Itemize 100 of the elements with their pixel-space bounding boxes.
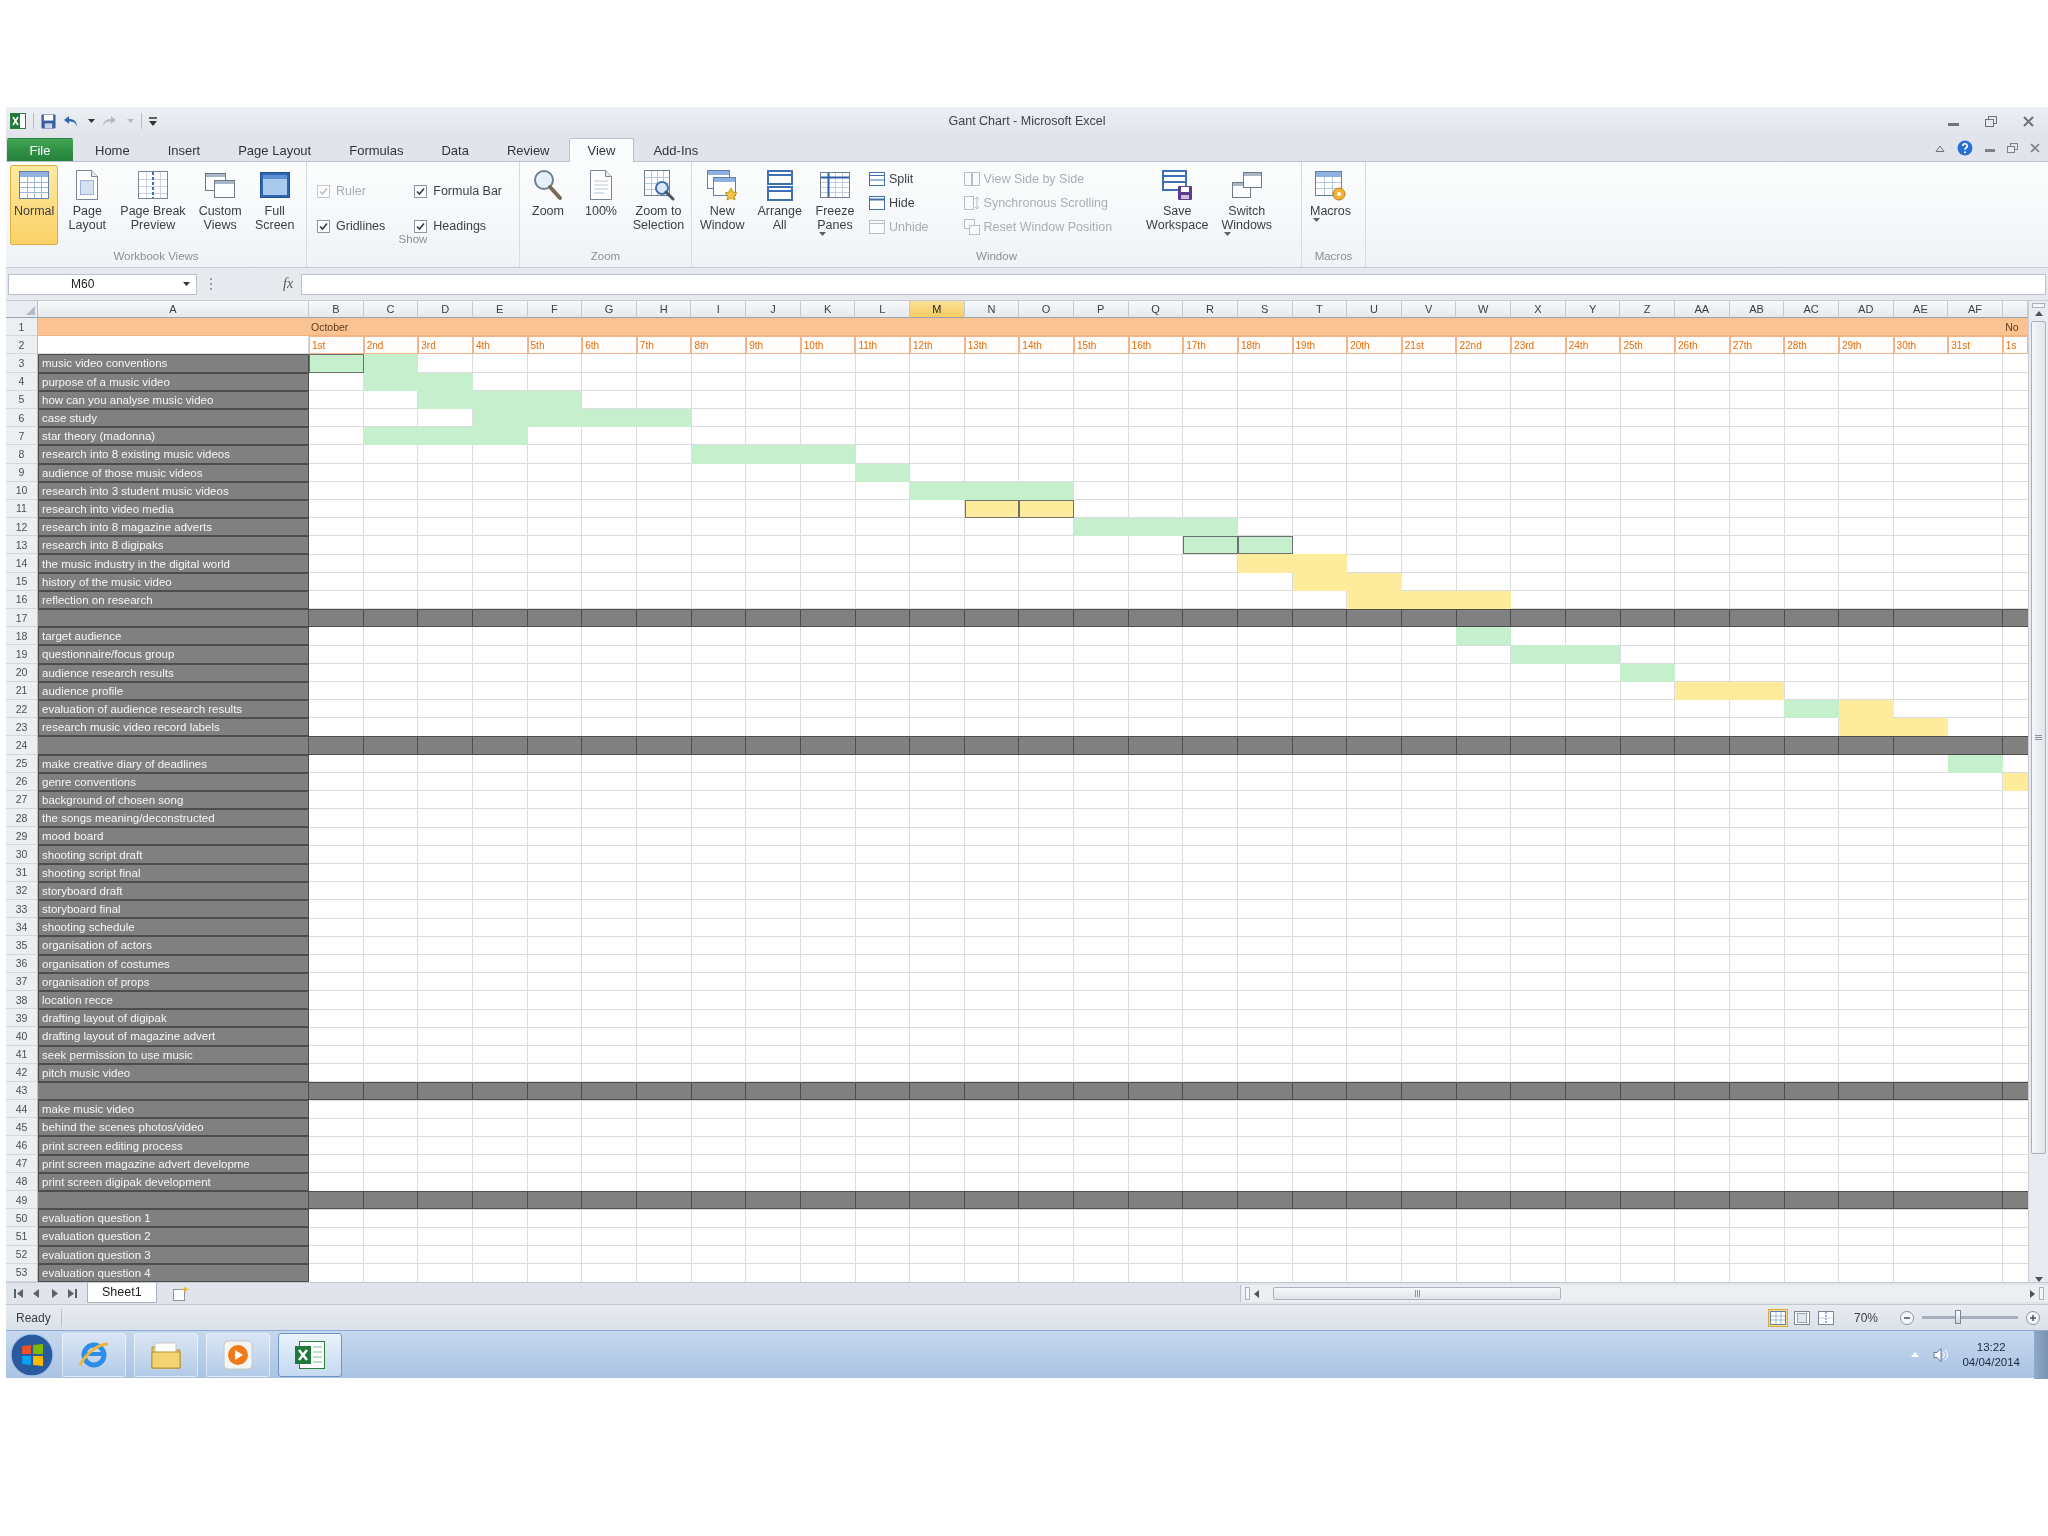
column-header[interactable]: A	[38, 301, 309, 318]
spreadsheet-icon[interactable]	[10, 113, 26, 129]
column-header[interactable]: O	[1019, 301, 1074, 318]
scroll-thumb[interactable]	[2031, 321, 2046, 1154]
undo-icon[interactable]	[63, 114, 78, 128]
column-header[interactable]: AF	[1948, 301, 2003, 318]
column-header[interactable]: S	[1237, 301, 1293, 318]
ribbon-button[interactable]: Freeze Panes	[810, 165, 859, 245]
last-sheet-icon[interactable]	[68, 1289, 77, 1298]
row-header[interactable]: 8	[6, 445, 38, 464]
slider-thumb[interactable]	[1954, 1310, 1961, 1324]
row-header[interactable]: 2	[6, 336, 38, 355]
split-handle-icon[interactable]	[2032, 303, 2045, 308]
vertical-scrollbar[interactable]	[2028, 301, 2048, 1282]
previous-sheet-icon[interactable]	[32, 1289, 41, 1298]
column-header[interactable]: R	[1183, 301, 1238, 318]
caret-icon[interactable]	[818, 232, 826, 236]
row-header[interactable]: 1	[6, 318, 38, 337]
ribbon-tab[interactable]: View	[568, 138, 635, 162]
checkbox[interactable]	[414, 219, 428, 233]
name-box[interactable]: M60	[8, 273, 197, 295]
row-header[interactable]: 33	[6, 900, 38, 919]
column-header[interactable]: U	[1347, 301, 1402, 318]
customize-icon[interactable]	[149, 116, 157, 126]
ribbon-button[interactable]: Page Break Preview	[116, 165, 190, 245]
caret-icon[interactable]	[1224, 232, 1232, 236]
row-header[interactable]: 23	[6, 718, 38, 737]
row-header[interactable]: 29	[6, 827, 38, 846]
view-button[interactable]	[1791, 1308, 1812, 1327]
column-header[interactable]: V	[1401, 301, 1457, 318]
column-header[interactable]: P	[1073, 301, 1129, 318]
row-header[interactable]: 24	[6, 736, 38, 755]
clock-date[interactable]: 04/04/2014	[1962, 1356, 2020, 1368]
row-header[interactable]: 44	[6, 1100, 38, 1119]
caret-icon[interactable]	[1313, 218, 1320, 222]
scroll-right-icon[interactable]	[2030, 1289, 2035, 1298]
row-header[interactable]: 45	[6, 1118, 38, 1137]
row-header[interactable]: 49	[6, 1191, 38, 1210]
scroll-up-icon[interactable]	[2034, 311, 2043, 316]
column-header[interactable]: AB	[1729, 301, 1785, 318]
column-header[interactable]: L	[855, 301, 911, 318]
first-sheet-icon[interactable]	[14, 1289, 23, 1298]
row-header[interactable]: 35	[6, 936, 38, 955]
row-header[interactable]: 40	[6, 1027, 38, 1046]
horizontal-scrollbar[interactable]	[1240, 1285, 2048, 1302]
column-header[interactable]	[2002, 301, 2028, 318]
row-header[interactable]: 30	[6, 845, 38, 864]
column-header[interactable]: G	[582, 301, 637, 318]
ribbon-tab[interactable]: Page Layout	[219, 138, 331, 161]
row-header[interactable]: 12	[6, 518, 38, 537]
split-handle-icon[interactable]	[2039, 1287, 2044, 1300]
row-header[interactable]: 7	[6, 427, 38, 446]
split-handle-icon[interactable]	[1245, 1287, 1250, 1300]
row-header[interactable]: 39	[6, 1009, 38, 1028]
close-icon[interactable]	[2023, 115, 2034, 127]
ribbon-tab[interactable]: Data	[422, 138, 488, 161]
column-header[interactable]: I	[691, 301, 747, 318]
restore-icon[interactable]	[1985, 115, 1997, 127]
scroll-left-icon[interactable]	[1254, 1289, 1259, 1298]
row-header[interactable]: 28	[6, 809, 38, 828]
ribbon-button[interactable]: New Window	[696, 165, 749, 245]
checkbox[interactable]	[414, 184, 428, 198]
column-header[interactable]: H	[636, 301, 692, 318]
column-header[interactable]: J	[746, 301, 801, 318]
caret-icon[interactable]	[88, 119, 95, 123]
ribbon-button[interactable]: Split	[865, 168, 932, 189]
view-button[interactable]	[1815, 1308, 1836, 1327]
ribbon-button[interactable]: Switch Windows	[1217, 165, 1277, 245]
column-header[interactable]: K	[800, 301, 856, 318]
column-header[interactable]: Z	[1620, 301, 1675, 318]
ribbon-button[interactable]: Arrange All	[753, 165, 806, 245]
row-header[interactable]: 17	[6, 609, 38, 628]
collapse-ribbon-icon[interactable]	[1935, 144, 1945, 152]
insert-sheet-icon[interactable]	[172, 1286, 189, 1301]
column-header[interactable]: T	[1292, 301, 1348, 318]
zoom-level[interactable]: 70%	[1847, 1309, 1884, 1326]
ribbon-button[interactable]: Zoom to Selection	[630, 165, 687, 245]
row-header[interactable]: 18	[6, 627, 38, 646]
grip-icon[interactable]	[209, 277, 213, 291]
column-header[interactable]: X	[1511, 301, 1566, 318]
ribbon-tab[interactable]: Home	[76, 138, 149, 161]
ribbon-tab[interactable]: Insert	[148, 138, 220, 161]
ribbon-tab[interactable]: File	[7, 138, 73, 161]
row-header[interactable]: 19	[6, 645, 38, 664]
sheet-tab[interactable]: Sheet1	[87, 1282, 157, 1303]
row-header[interactable]: 13	[6, 536, 38, 555]
ribbon-button[interactable]: Save Workspace	[1142, 165, 1213, 245]
save-icon[interactable]	[41, 113, 56, 129]
row-header[interactable]: 3	[6, 354, 38, 373]
select-all-button[interactable]	[6, 301, 38, 318]
help-icon[interactable]	[1957, 140, 1973, 156]
ribbon-tab[interactable]: Formulas	[330, 138, 423, 161]
column-header[interactable]: Y	[1565, 301, 1621, 318]
ribbon-button[interactable]: Page Layout	[63, 165, 112, 245]
row-header[interactable]: 50	[6, 1209, 38, 1228]
ribbon-button[interactable]: 100%	[577, 165, 625, 245]
function-label[interactable]: fx	[283, 276, 294, 292]
column-header[interactable]: F	[527, 301, 583, 318]
row-header[interactable]: 34	[6, 918, 38, 937]
ribbon-button[interactable]: Hide	[865, 192, 932, 213]
